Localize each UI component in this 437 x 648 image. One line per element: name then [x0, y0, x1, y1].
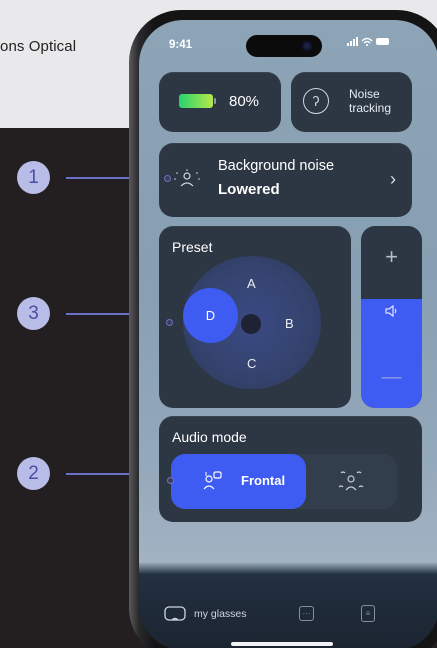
background-noise-card[interactable]: Background noise Lowered › [159, 143, 412, 217]
camera-icon [302, 41, 312, 51]
callout-badge-1: 1 [17, 161, 50, 194]
background-noise-icon [174, 169, 200, 187]
surround-listening-icon[interactable] [336, 467, 366, 495]
dial-center [241, 314, 261, 334]
audio-mode-card: Audio mode Frontal [159, 416, 422, 522]
document-icon[interactable]: ≡ [361, 605, 375, 622]
preset-label: Preset [172, 239, 213, 255]
callout-badge-3: 3 [17, 297, 50, 330]
callout-anchor-3 [166, 319, 173, 326]
background-noise-value: Lowered [218, 181, 280, 198]
glasses-icon[interactable] [164, 605, 186, 623]
noise-tracking-label-line1: Noise [349, 87, 380, 101]
frontal-listening-icon [203, 471, 222, 490]
audio-mode-switch: Frontal [171, 454, 397, 509]
audio-mode-frontal-label: Frontal [241, 473, 286, 488]
phone-frame: 9:41 80% ʔ Noise tracking Background noi… [129, 10, 437, 648]
signal-wifi-battery-icon [347, 37, 389, 46]
callout-anchor-2 [167, 477, 174, 484]
brand-text: ons Optical [0, 38, 77, 55]
audio-mode-frontal-button[interactable]: Frontal [171, 454, 306, 509]
tab-my-glasses[interactable]: my glasses [194, 608, 247, 620]
status-bar: 9:41 [139, 20, 437, 57]
volume-slider[interactable]: + — [361, 226, 422, 408]
status-icons [347, 37, 391, 50]
preset-option-a[interactable]: A [247, 276, 256, 291]
volume-minus-button[interactable]: — [361, 366, 422, 389]
battery-card: 80% [159, 72, 281, 132]
noise-tracking-label: Noise tracking [349, 87, 391, 115]
chat-icon[interactable]: ··· [299, 606, 314, 621]
home-indicator[interactable] [231, 642, 333, 646]
callout-anchor-1 [164, 175, 171, 182]
battery-icon [179, 94, 213, 108]
battery-percent: 80% [229, 93, 260, 110]
dynamic-island [246, 35, 322, 57]
preset-option-d-selected[interactable]: D [183, 288, 238, 343]
background-noise-title: Background noise [218, 158, 335, 174]
preset-dial[interactable]: A B C D [183, 256, 321, 389]
chevron-right-icon: › [390, 169, 396, 189]
volume-plus-button[interactable]: + [361, 244, 422, 270]
status-time: 9:41 [169, 39, 193, 51]
ear-icon: ʔ [303, 88, 329, 114]
preset-option-c[interactable]: C [247, 356, 256, 371]
audio-mode-label: Audio mode [172, 429, 247, 445]
battery-tip [214, 98, 216, 104]
callout-badge-2: 2 [17, 457, 50, 490]
speaker-icon [384, 304, 398, 321]
tab-bar: my glasses ··· ≡ [139, 592, 437, 648]
noise-tracking-label-line2: tracking [349, 101, 392, 115]
phone-screen: 9:41 80% ʔ Noise tracking Background noi… [139, 20, 437, 648]
preset-card: Preset A B C D [159, 226, 351, 408]
noise-tracking-toggle[interactable]: ʔ Noise tracking [291, 72, 412, 132]
preset-option-b[interactable]: B [285, 316, 294, 331]
